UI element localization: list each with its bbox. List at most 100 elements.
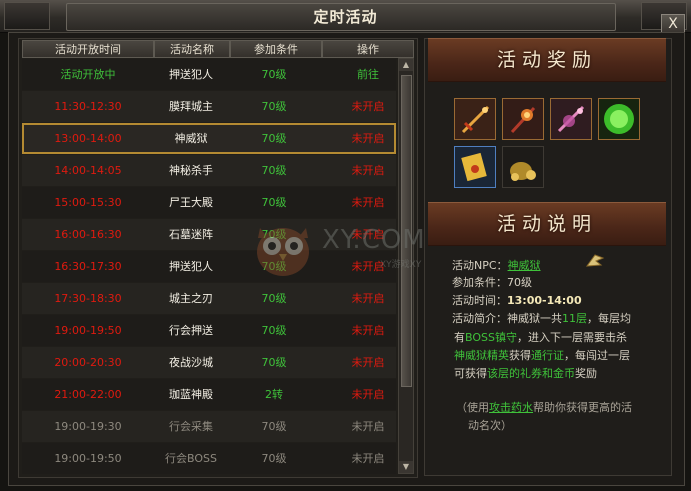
- condition-line: 参加条件：70级: [452, 274, 532, 290]
- row-condition: 70级: [261, 356, 287, 369]
- scroll-down-icon[interactable]: ▼: [399, 461, 413, 473]
- intro-elite: 神威狱精英: [454, 349, 509, 362]
- row-condition: 70级: [261, 420, 287, 433]
- row-activity-name: 城主之刃: [169, 292, 213, 305]
- staff-item-icon[interactable]: [502, 98, 544, 140]
- watermark-subtext: XY游戏XY: [380, 260, 422, 270]
- row-activity-name: 神秘杀手: [169, 164, 213, 177]
- row-condition: 70级: [261, 132, 287, 145]
- time-label: 活动时间：: [452, 294, 507, 307]
- table-row[interactable]: 11:30-12:30 膜拜城主 70级 未开启: [22, 91, 396, 122]
- row-condition: 70级: [261, 196, 287, 209]
- gold-bag-icon[interactable]: [502, 146, 544, 188]
- row-activity-name: 尸王大殿: [169, 196, 213, 209]
- row-open-time: 19:00-19:30: [54, 420, 122, 433]
- intro-boss: BOSS镇守: [465, 331, 517, 344]
- time-line: 活动时间：13:00-14:00: [452, 292, 582, 308]
- row-condition: 70级: [261, 452, 287, 465]
- attack-potion-link[interactable]: 攻击药水: [489, 401, 533, 414]
- owl-watermark-icon: [257, 228, 309, 276]
- note-line-1: （使用攻击药水帮助你获得更高的活: [456, 399, 632, 415]
- intro-text-4: ，进入下一层需要击杀: [516, 331, 627, 344]
- row-open-time: 20:00-20:30: [54, 356, 122, 369]
- row-activity-name: 膜拜城主: [169, 100, 213, 113]
- row-activity-name: 行会押送: [169, 324, 213, 337]
- rewards-banner: 活动奖励: [428, 38, 666, 82]
- row-open-time: 11:30-12:30: [54, 100, 122, 113]
- row-activity-name: 神威狱: [174, 132, 208, 145]
- note-text-1: （使用: [456, 401, 489, 414]
- intro-line-4: 可获得该层的礼券和金币奖励: [454, 365, 597, 381]
- experience-orb-icon[interactable]: [598, 98, 640, 140]
- intro-line-1: 活动简介：神威狱一共11层，每层均: [452, 310, 631, 326]
- row-condition: 70级: [261, 324, 287, 337]
- table-row[interactable]: 活动开放中 押送犯人 70级 前往: [22, 59, 396, 90]
- intro-text-6: ，每闯过一层: [564, 349, 630, 362]
- row-activity-name: 石墓迷阵: [169, 228, 213, 241]
- header-condition: 参加条件: [230, 40, 322, 58]
- intro-line-2: 有BOSS镇守，进入下一层需要击杀: [454, 329, 627, 345]
- row-condition: 70级: [261, 68, 287, 81]
- row-open-time: 16:00-16:30: [54, 228, 122, 241]
- table-row[interactable]: 17:30-18:30 城主之刃 70级 未开启: [22, 283, 396, 314]
- row-condition: 70级: [261, 292, 287, 305]
- table-row[interactable]: 19:00-19:50 行会押送 70级 未开启: [22, 315, 396, 346]
- row-condition: 70级: [261, 100, 287, 113]
- row-activity-name: 押送犯人: [169, 68, 213, 81]
- row-activity-name: 行会BOSS: [165, 452, 217, 465]
- row-open-time: 19:00-19:50: [54, 452, 122, 465]
- intro-floors: 11层: [562, 312, 587, 325]
- intro-text-5: 获得: [509, 349, 531, 362]
- scroll-item-icon[interactable]: [454, 146, 496, 188]
- table-row[interactable]: 19:00-19:50 行会BOSS 70级 未开启: [22, 443, 396, 474]
- intro-reward: 该层的礼券和金币: [487, 367, 575, 380]
- row-condition: 2转: [265, 388, 283, 401]
- header-activity-name: 活动名称: [154, 40, 230, 58]
- row-open-time: 21:00-22:00: [54, 388, 122, 401]
- row-open-time: 14:00-14:05: [54, 164, 122, 177]
- scroll-up-icon[interactable]: ▲: [399, 59, 413, 71]
- table-row[interactable]: 20:00-20:30 夜战沙城 70级 未开启: [22, 347, 396, 378]
- header-open-time: 活动开放时间: [22, 40, 154, 58]
- table-row[interactable]: 13:00-14:00 神威狱 70级 未开启: [22, 123, 396, 154]
- fan-item-icon[interactable]: [550, 98, 592, 140]
- intro-text-8: 奖励: [575, 367, 597, 380]
- row-activity-name: 夜战沙城: [169, 356, 213, 369]
- row-activity-name: 珈蓝神殿: [169, 388, 213, 401]
- table-header: 活动开放时间 活动名称 参加条件 操作: [22, 40, 414, 58]
- table-row[interactable]: 14:00-14:05 神秘杀手 70级 未开启: [22, 155, 396, 186]
- intro-label: 活动简介：: [452, 312, 507, 325]
- npc-label: 活动NPC：: [452, 259, 508, 272]
- condition-value: 70级: [507, 276, 532, 289]
- row-open-time: 13:00-14:00: [54, 132, 122, 145]
- intro-text-1: 神威狱一共: [507, 312, 562, 325]
- window-title: 定时活动: [313, 8, 378, 26]
- watermark-text: XY.COM: [322, 225, 426, 255]
- header-operation: 操作: [322, 40, 414, 58]
- row-open-time: 16:30-17:30: [54, 260, 122, 273]
- row-activity-name: 押送犯人: [169, 260, 213, 273]
- table-row[interactable]: 15:00-15:30 尸王大殿 70级 未开启: [22, 187, 396, 218]
- row-open-time: 19:00-19:50: [54, 324, 122, 337]
- row-condition: 70级: [261, 164, 287, 177]
- sword-item-icon[interactable]: [454, 98, 496, 140]
- npc-line: 活动NPC：神威狱: [452, 257, 541, 273]
- table-row[interactable]: 16:30-17:30押送犯人70级未开启: [22, 251, 396, 282]
- note-line-2: 动名次）: [468, 419, 512, 432]
- time-value: 13:00-14:00: [507, 294, 582, 307]
- intro-text-2: ，每层均: [587, 312, 631, 325]
- intro-pass: 通行证: [531, 349, 564, 362]
- table-row[interactable]: 21:00-22:00 珈蓝神殿 2转 未开启: [22, 379, 396, 410]
- table-row[interactable]: 19:00-19:30 行会采集 70级 未开启: [22, 411, 396, 442]
- teleport-wing-icon[interactable]: [585, 252, 605, 270]
- row-open-time: 活动开放中: [60, 68, 116, 81]
- condition-label: 参加条件：: [452, 276, 507, 289]
- npc-link[interactable]: 神威狱: [508, 259, 541, 272]
- row-open-time: 17:30-18:30: [54, 292, 122, 305]
- intro-line-3: 神威狱精英获得通行证，每闯过一层: [454, 347, 630, 363]
- intro-text-3: 有: [454, 331, 465, 344]
- row-activity-name: 行会采集: [169, 420, 213, 433]
- note-text-2: 帮助你获得更高的活: [533, 401, 632, 414]
- row-open-time: 15:00-15:30: [54, 196, 122, 209]
- description-banner: 活动说明: [428, 202, 666, 246]
